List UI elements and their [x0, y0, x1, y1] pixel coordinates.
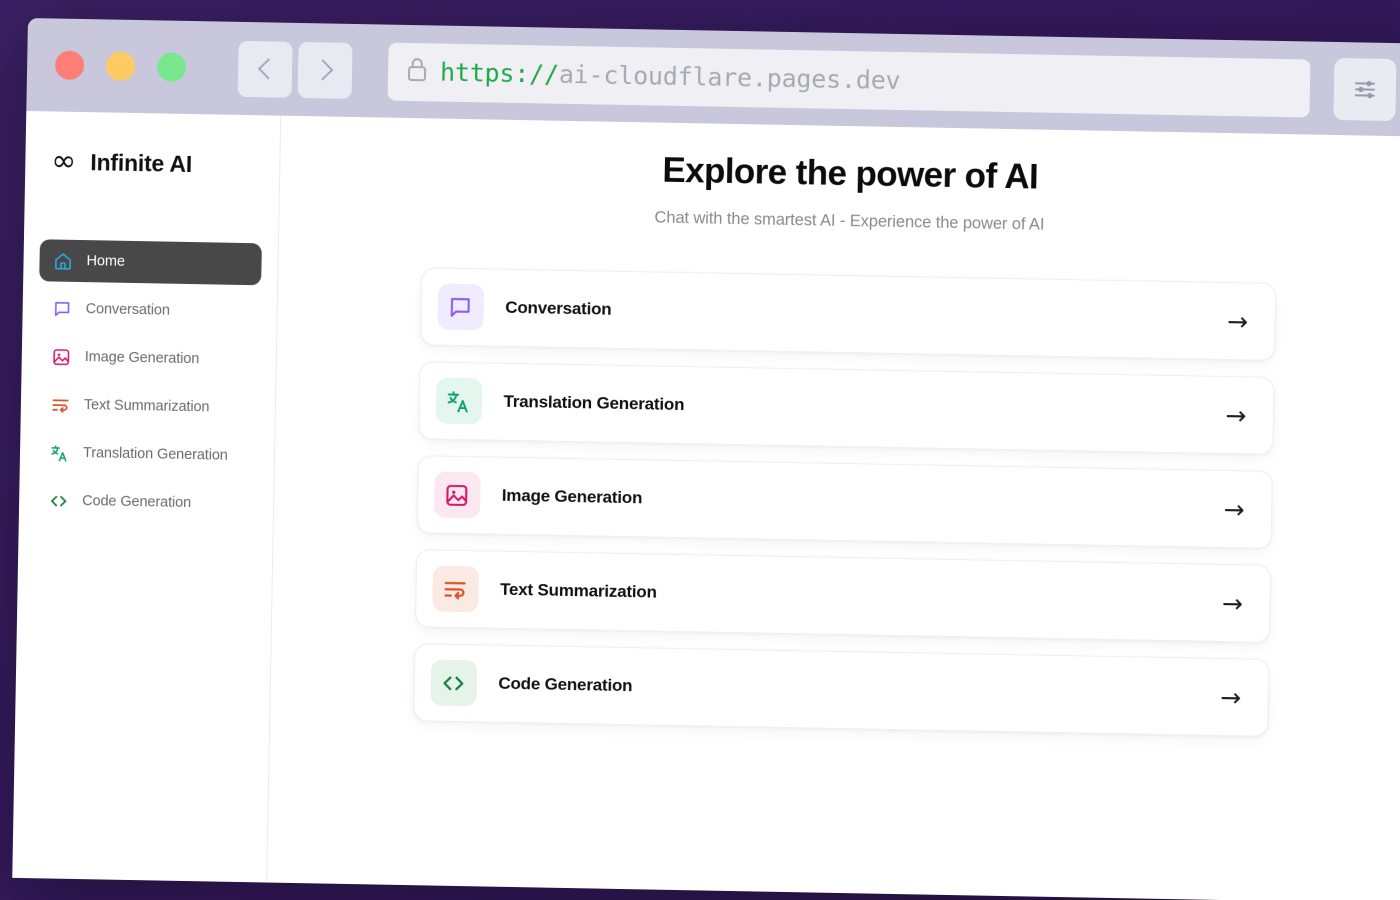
chevron-left-icon: [257, 58, 278, 79]
infinity-icon: ∞: [51, 146, 77, 176]
translate-icon: [435, 378, 482, 425]
feature-card-code-generation[interactable]: Code Generation →: [413, 643, 1269, 737]
address-bar[interactable]: https://ai-cloudflare.pages.dev: [388, 42, 1311, 117]
chat-bubble-icon: [437, 284, 484, 331]
arrow-right-icon[interactable]: →: [1222, 590, 1243, 615]
feature-card-list: Conversation → Translat: [413, 267, 1276, 737]
browser-window: https://ai-cloudflare.pages.dev ∞ Infini…: [12, 18, 1400, 900]
sidebar-item-label: Translation Generation: [83, 445, 228, 464]
url-host: ai-cloudflare.pages.dev: [559, 60, 901, 95]
lock-icon: [406, 56, 429, 87]
brand-name: Infinite AI: [90, 149, 192, 178]
navigation-buttons: [238, 40, 353, 98]
sidebar-item-translation-generation[interactable]: Translation Generation: [36, 431, 259, 477]
sidebar-item-label: Text Summarization: [84, 397, 210, 415]
text-wrap-icon: [51, 395, 70, 414]
maximize-window-button[interactable]: [157, 52, 187, 82]
code-brackets-icon: [430, 659, 477, 706]
forward-button[interactable]: [298, 41, 353, 98]
sidebar-item-image-generation[interactable]: Image Generation: [37, 335, 260, 381]
feature-card-image-generation[interactable]: Image Generation →: [416, 455, 1272, 549]
image-icon: [52, 347, 71, 366]
sidebar-item-label: Conversation: [86, 301, 171, 319]
url-scheme: https://: [440, 58, 559, 89]
sidebar-item-conversation[interactable]: Conversation: [38, 287, 261, 333]
sidebar-item-label: Home: [86, 253, 125, 270]
feature-card-label: Code Generation: [498, 674, 632, 696]
feature-card-label: Image Generation: [502, 486, 643, 509]
feature-card-label: Translation Generation: [503, 392, 684, 415]
sidebar: ∞ Infinite AI Home: [12, 111, 281, 883]
translate-icon: [50, 443, 69, 462]
sidebar-item-label: Code Generation: [82, 493, 191, 511]
app-body: ∞ Infinite AI Home: [12, 111, 1400, 900]
minimize-window-button[interactable]: [106, 51, 136, 81]
address-bar-text: https://ai-cloudflare.pages.dev: [440, 58, 901, 95]
sliders-icon: [1352, 76, 1378, 102]
text-wrap-icon: [432, 566, 479, 613]
feature-card-text-summarization[interactable]: Text Summarization →: [414, 549, 1270, 643]
sidebar-item-code-generation[interactable]: Code Generation: [35, 479, 258, 525]
page-title: Explore the power of AI: [280, 144, 1400, 205]
code-brackets-icon: [49, 491, 68, 510]
brand: ∞ Infinite AI: [41, 139, 264, 187]
sidebar-item-text-summarization[interactable]: Text Summarization: [37, 383, 260, 429]
sidebar-nav: Home Conversation: [35, 239, 262, 525]
sidebar-item-home[interactable]: Home: [39, 239, 262, 285]
arrow-right-icon[interactable]: →: [1224, 496, 1245, 521]
main-content: Explore the power of AI Chat with the sm…: [267, 116, 1400, 900]
browser-settings-button[interactable]: [1333, 57, 1396, 120]
page-subtitle: Chat with the smartest AI - Experience t…: [279, 202, 1400, 242]
sidebar-item-label: Image Generation: [85, 349, 200, 367]
arrow-right-icon[interactable]: →: [1225, 403, 1246, 428]
chat-bubble-icon: [53, 299, 72, 318]
feature-card-translation-generation[interactable]: Translation Generation →: [418, 361, 1274, 455]
back-button[interactable]: [238, 40, 293, 97]
image-icon: [433, 472, 480, 519]
arrow-right-icon[interactable]: →: [1227, 309, 1248, 334]
window-controls: [55, 51, 187, 82]
feature-card-label: Conversation: [505, 298, 612, 320]
feature-card-conversation[interactable]: Conversation →: [420, 267, 1276, 361]
home-icon: [53, 251, 72, 270]
chevron-right-icon: [312, 59, 333, 80]
feature-card-label: Text Summarization: [500, 580, 657, 603]
close-window-button[interactable]: [55, 51, 85, 81]
arrow-right-icon[interactable]: →: [1220, 684, 1241, 709]
